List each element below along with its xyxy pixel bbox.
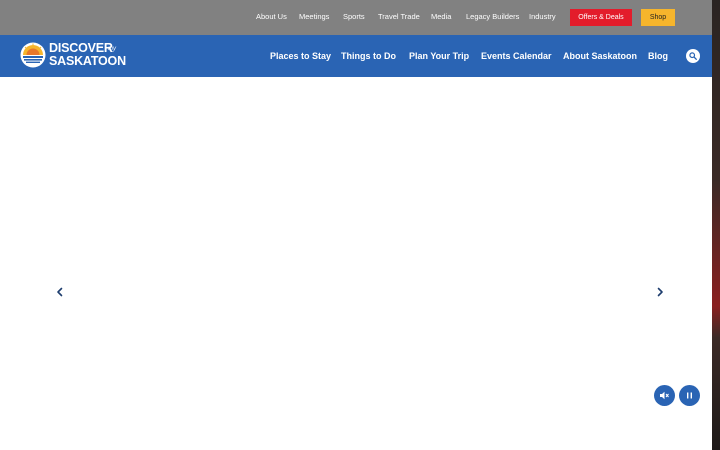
main-nav: DISCOVER my SASKATOON Places to Stay Thi… xyxy=(0,35,712,77)
search-icon xyxy=(689,52,697,60)
logo-sun-icon xyxy=(20,42,46,68)
logo-text-saskatoon: SASKATOON xyxy=(49,54,126,68)
utility-link-media[interactable]: Media xyxy=(431,11,451,23)
utility-link-meetings[interactable]: Meetings xyxy=(299,11,329,23)
utility-link-about-us[interactable]: About Us xyxy=(256,11,287,23)
shop-button[interactable]: Shop xyxy=(641,9,675,26)
logo[interactable]: DISCOVER my SASKATOON xyxy=(20,42,126,70)
mute-button[interactable] xyxy=(654,385,675,406)
utility-link-sports[interactable]: Sports xyxy=(343,11,365,23)
nav-item-things-to-do[interactable]: Things to Do xyxy=(341,50,396,62)
utility-link-travel-trade[interactable]: Travel Trade xyxy=(378,11,420,23)
nav-item-places-to-stay[interactable]: Places to Stay xyxy=(270,50,331,62)
background-image-edge xyxy=(712,0,720,450)
chevron-right-icon[interactable] xyxy=(653,285,667,299)
chevron-left-icon[interactable] xyxy=(53,285,67,299)
page: About Us Meetings Sports Travel Trade Me… xyxy=(0,0,720,450)
nav-item-about-saskatoon[interactable]: About Saskatoon xyxy=(563,50,637,62)
utility-link-industry[interactable]: Industry xyxy=(529,11,556,23)
logo-text-my: my xyxy=(108,46,116,52)
nav-item-blog[interactable]: Blog xyxy=(648,50,668,62)
offers-deals-button[interactable]: Offers & Deals xyxy=(570,9,632,26)
speaker-mute-icon xyxy=(660,391,669,400)
utility-bar: About Us Meetings Sports Travel Trade Me… xyxy=(0,0,712,35)
nav-item-plan-your-trip[interactable]: Plan Your Trip xyxy=(409,50,469,62)
utility-link-legacy-builders[interactable]: Legacy Builders xyxy=(466,11,519,23)
pause-button[interactable] xyxy=(679,385,700,406)
search-button[interactable] xyxy=(686,49,700,63)
pause-icon xyxy=(687,392,692,399)
hero-slider xyxy=(0,77,712,450)
nav-item-events-calendar[interactable]: Events Calendar xyxy=(481,50,552,62)
